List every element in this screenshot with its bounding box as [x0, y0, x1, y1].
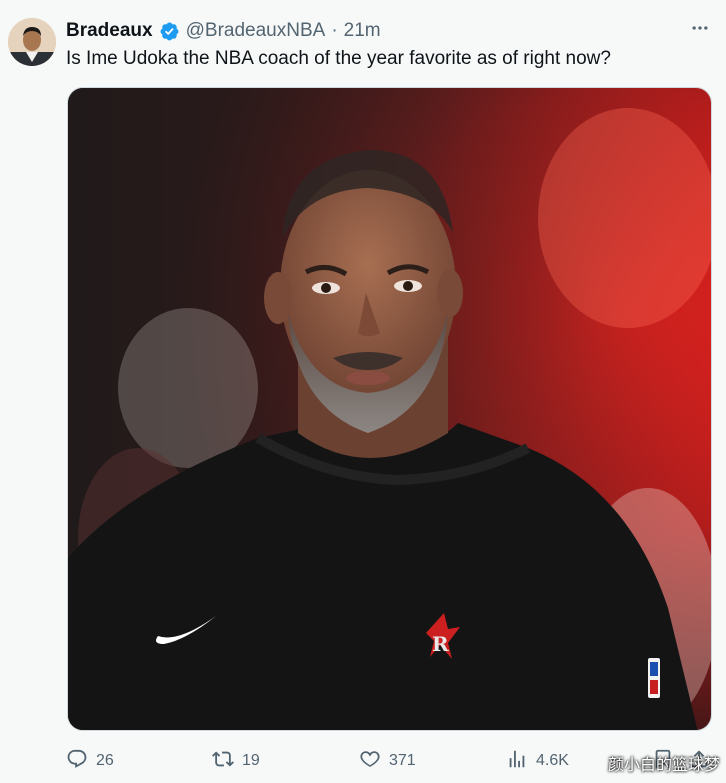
more-options-icon[interactable]: [688, 16, 712, 40]
tweet-card[interactable]: Bradeaux @BradeauxNBA · 21m Is Ime Udoka…: [0, 0, 726, 783]
coach-photo-image: R: [68, 88, 711, 730]
verified-badge-icon: [159, 21, 180, 42]
reply-count: 26: [96, 752, 114, 769]
avatar-image: [8, 18, 56, 66]
like-button[interactable]: 371: [359, 746, 416, 776]
repost-count: 19: [242, 752, 260, 769]
analytics-bar-icon: [506, 748, 528, 775]
author-display-name[interactable]: Bradeaux: [66, 20, 153, 42]
views-count: 4.6K: [536, 752, 569, 769]
tweet-timestamp[interactable]: 21m: [344, 20, 381, 42]
repost-icon: [212, 748, 234, 775]
tweet-header: Bradeaux @BradeauxNBA · 21m: [66, 20, 381, 42]
views-button[interactable]: 4.6K: [506, 746, 569, 776]
tweet-photo[interactable]: R: [67, 87, 712, 731]
reply-button[interactable]: 26: [66, 746, 114, 776]
header-separator: ·: [331, 20, 338, 41]
svg-text:R: R: [432, 632, 449, 656]
like-count: 371: [389, 752, 416, 769]
watermark-text: 颜小白的篮球梦: [607, 755, 720, 774]
reply-icon: [66, 748, 88, 775]
author-handle[interactable]: @BradeauxNBA: [186, 20, 326, 42]
author-avatar[interactable]: [8, 18, 56, 66]
tweet-text: Is Ime Udoka the NBA coach of the year f…: [66, 48, 611, 69]
repost-button[interactable]: 19: [212, 746, 260, 776]
heart-icon: [359, 748, 381, 775]
